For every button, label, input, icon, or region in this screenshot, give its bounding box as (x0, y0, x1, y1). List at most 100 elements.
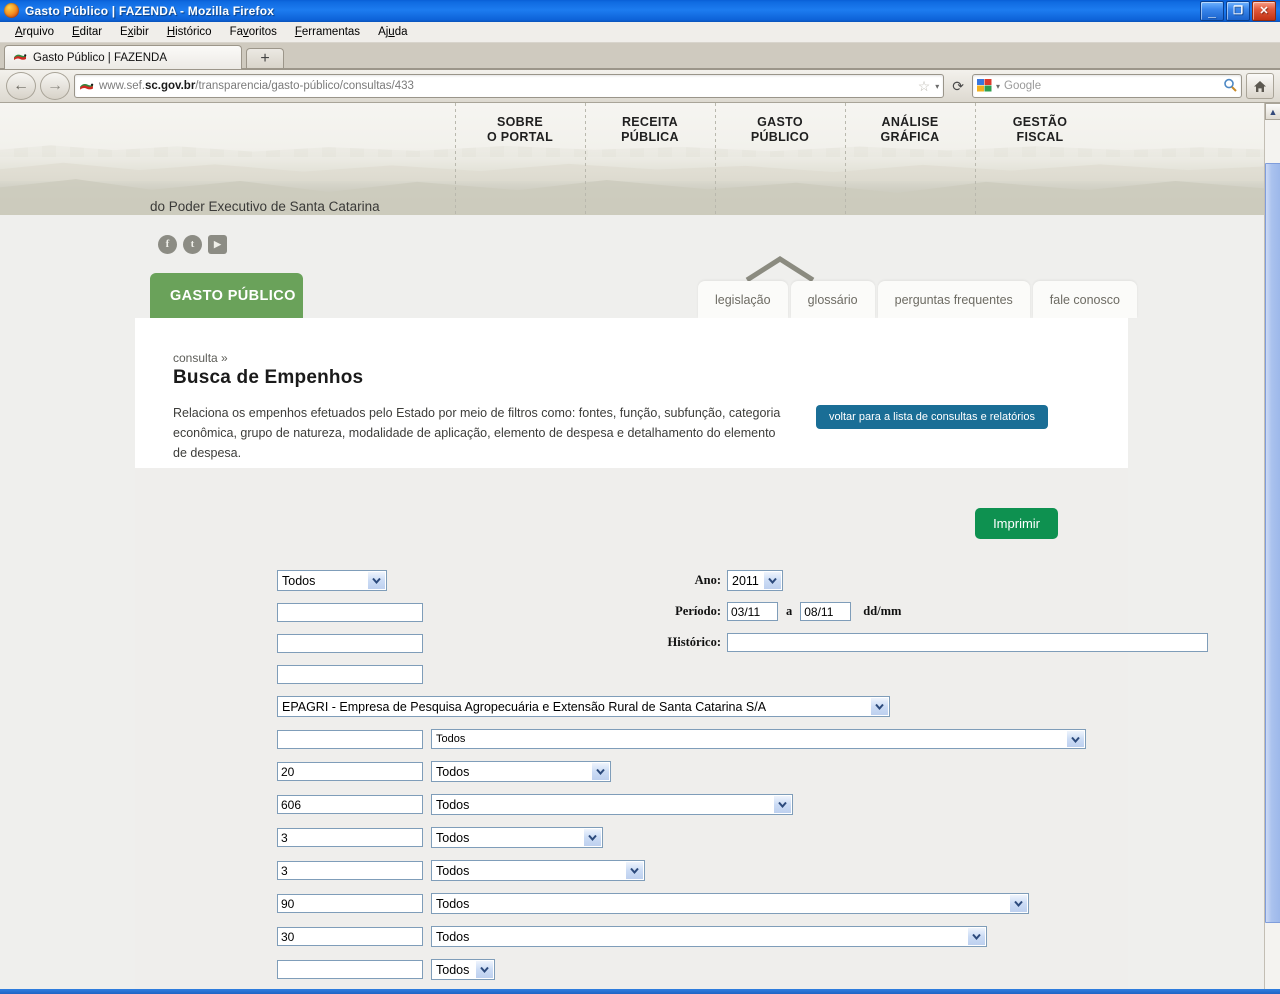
form-right-column: Ano: 2011 Período: 03/11 a 08/11 dd/mm H… (655, 570, 1208, 653)
select-orgao-value: EPAGRI - Empresa de Pesquisa Agropecuári… (282, 699, 767, 714)
reload-button[interactable]: ⟳ (948, 78, 968, 95)
print-button[interactable]: Imprimir (975, 508, 1058, 539)
select-funcao-value: Todos (436, 764, 470, 779)
select-elemento-value: Todos (436, 929, 470, 944)
social-links: f t ▶ (158, 235, 227, 254)
input-fonte-codigo[interactable] (277, 729, 423, 749)
menu-ferramentas[interactable]: Ferramentas (286, 25, 369, 39)
input-credor[interactable] (277, 603, 423, 622)
select-tipo-empenho[interactable]: Todos (277, 570, 387, 591)
select-detalhamento-value: Todos (436, 962, 470, 977)
search-engine-chevron-icon[interactable]: ▾ (996, 82, 1000, 91)
chevron-down-icon (591, 763, 609, 780)
select-orgao[interactable]: EPAGRI - Empresa de Pesquisa Agropecuári… (277, 696, 890, 717)
field-modalidade: 90 Todos (277, 893, 1086, 914)
nav-label-line2: FISCAL (1016, 130, 1064, 144)
subtab-legislacao[interactable]: legislação (698, 281, 788, 318)
page-content: do Poder Executivo de Santa Catarina f t… (0, 103, 1264, 992)
back-button[interactable]: ← (6, 72, 36, 100)
minimize-button[interactable]: _ (1200, 1, 1224, 21)
input-detalhamento-codigo[interactable] (277, 960, 423, 979)
select-detalhamento[interactable]: Todos (431, 959, 495, 980)
select-modalidade[interactable]: Todos (431, 893, 1029, 914)
input-periodo-fim[interactable]: 08/11 (800, 602, 852, 621)
nav-item-receita-publica[interactable]: RECEITA PÚBLICA (585, 115, 715, 145)
nav-label-line1: SOBRE (497, 115, 543, 129)
select-fonte[interactable]: Todos (431, 729, 1086, 749)
chevron-down-icon (1009, 895, 1027, 912)
form-row-orgao: Órgão: EPAGRI - Empresa de Pesquisa Agro… (173, 696, 1086, 717)
google-icon (977, 79, 992, 93)
input-historico[interactable] (727, 633, 1208, 652)
browser-tab-active[interactable]: Gasto Público | FAZENDA (4, 45, 242, 69)
field-numero-empenho (277, 665, 1086, 684)
status-strip (0, 989, 1280, 994)
nav-item-gestao-fiscal[interactable]: GESTÃO FISCAL (975, 115, 1105, 145)
url-bar[interactable]: www.sef.sc.gov.br/transparencia/gasto-pú… (74, 74, 945, 98)
twitter-icon[interactable]: t (183, 235, 202, 254)
menu-historico[interactable]: Histórico (158, 25, 221, 39)
field-subfuncao: 606 Todos (277, 794, 1086, 815)
chevron-down-icon (773, 796, 791, 813)
select-elemento[interactable]: Todos (431, 926, 987, 947)
select-categoria[interactable]: Todos (431, 827, 603, 848)
scrollbar-thumb[interactable] (1265, 163, 1280, 923)
nav-label-line2: O PORTAL (486, 130, 554, 144)
subtab-glossario[interactable]: glossário (790, 281, 875, 318)
chevron-down-icon (367, 572, 385, 589)
page-title: Busca de Empenhos (173, 367, 364, 388)
input-elemento-codigo[interactable]: 30 (277, 927, 423, 946)
chevron-down-icon[interactable]: ▾ (935, 82, 939, 91)
select-subfuncao[interactable]: Todos (431, 794, 793, 815)
input-periodo-inicio[interactable]: 03/11 (727, 602, 778, 621)
url-prefix: www.sef. (99, 80, 146, 92)
menu-editar[interactable]: Editar (63, 25, 111, 39)
menu-favoritos[interactable]: Favoritos (221, 25, 286, 39)
search-bar[interactable]: ▾ Google (972, 74, 1242, 98)
input-funcao-codigo[interactable]: 20 (277, 762, 423, 781)
forward-arrow-icon: → (47, 77, 63, 94)
input-grupo-codigo[interactable]: 3 (277, 861, 423, 880)
close-button[interactable]: ✕ (1252, 1, 1276, 21)
select-funcao[interactable]: Todos (431, 761, 611, 782)
select-grupo[interactable]: Todos (431, 860, 645, 881)
youtube-icon[interactable]: ▶ (208, 235, 227, 254)
section-tab-gasto-publico[interactable]: GASTO PÚBLICO (150, 273, 303, 318)
maximize-button[interactable]: ❐ (1226, 1, 1250, 21)
subtab-perguntas-frequentes[interactable]: perguntas frequentes (877, 281, 1030, 318)
input-numero-empenho[interactable] (277, 665, 423, 684)
search-input[interactable]: Google (1004, 80, 1219, 92)
nav-item-gasto-publico[interactable]: GASTO PÚBLICO (715, 115, 845, 145)
back-to-list-button[interactable]: voltar para a lista de consultas e relat… (815, 405, 1048, 429)
window-controls: _ ❐ ✕ (1200, 1, 1278, 21)
vertical-scrollbar[interactable]: ▲ (1264, 103, 1280, 992)
field-orgao: EPAGRI - Empresa de Pesquisa Agropecuári… (277, 696, 1086, 717)
menu-exibir[interactable]: Exibir (111, 25, 158, 39)
site-favicon (13, 52, 27, 63)
label-grupo: Código do Grupo Natureza: (173, 860, 277, 881)
menu-ajuda[interactable]: Ajuda (369, 25, 416, 39)
facebook-icon[interactable]: f (158, 235, 177, 254)
input-modalidade-codigo[interactable]: 90 (277, 894, 423, 913)
home-icon (1254, 80, 1266, 92)
page-viewport: do Poder Executivo de Santa Catarina f t… (0, 103, 1280, 992)
select-ano[interactable]: 2011 (727, 570, 783, 591)
input-cpf-cnpj[interactable] (277, 634, 423, 653)
chevron-down-icon (625, 862, 643, 879)
home-button[interactable] (1246, 73, 1274, 99)
menu-arquivo[interactable]: AArquivorquivo (6, 25, 63, 39)
url-domain: sc.gov.br (145, 80, 196, 92)
nav-item-analise-grafica[interactable]: ANÁLISE GRÁFICA (845, 115, 975, 145)
site-brand-line: do Poder Executivo de Santa Catarina (150, 199, 380, 214)
new-tab-button[interactable]: + (246, 48, 284, 69)
nav-item-sobre-o-portal[interactable]: SOBRE O PORTAL (455, 115, 585, 145)
input-categoria-codigo[interactable]: 3 (277, 828, 423, 847)
input-subfuncao-codigo[interactable]: 606 (277, 795, 423, 814)
bookmark-star-icon[interactable]: ☆ (918, 79, 931, 93)
scroll-up-button[interactable]: ▲ (1265, 103, 1280, 120)
select-categoria-value: Todos (436, 830, 470, 845)
search-magnifier-icon[interactable] (1223, 78, 1237, 95)
subtab-fale-conosco[interactable]: fale conosco (1032, 281, 1137, 318)
window-title: Gasto Público | FAZENDA - Mozilla Firefo… (25, 4, 275, 18)
forward-button[interactable]: → (40, 72, 70, 100)
